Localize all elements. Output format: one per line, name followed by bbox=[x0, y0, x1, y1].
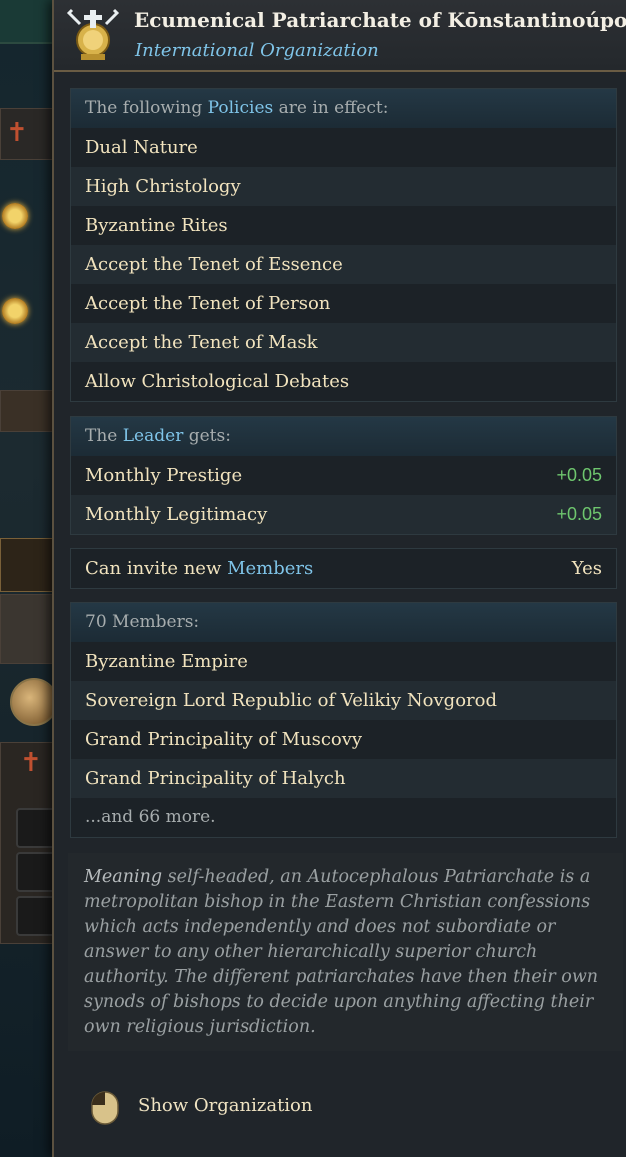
character-portrait[interactable] bbox=[10, 678, 58, 726]
leader-section: The Leader gets: Monthly Prestige +0.05 … bbox=[70, 416, 617, 535]
member-item: Sovereign Lord Republic of Velikiy Novgo… bbox=[71, 681, 616, 720]
policies-header: The following Policies are in effect: bbox=[71, 89, 616, 128]
policy-item: Accept the Tenet of Mask bbox=[71, 323, 616, 362]
invite-value: Yes bbox=[571, 558, 602, 579]
policy-item: Allow Christological Debates bbox=[71, 362, 616, 401]
members-header: 70 Members: bbox=[71, 603, 616, 642]
sun-icon bbox=[2, 203, 28, 229]
orthodox-cross-icon: ✝ bbox=[6, 118, 28, 148]
member-item: Grand Principality of Muscovy bbox=[71, 720, 616, 759]
policies-section: The following Policies are in effect: Du… bbox=[70, 88, 617, 402]
church-icon bbox=[0, 594, 58, 664]
policies-link[interactable]: Policies bbox=[208, 98, 274, 118]
members-section: 70 Members: Byzantine Empire Sovereign L… bbox=[70, 602, 617, 838]
patriarchate-keys-icon bbox=[66, 8, 120, 60]
orthodox-cross-icon: ✝ bbox=[20, 748, 42, 778]
organization-title: Ecumenical Patriarchate of Kōnstantinoúp… bbox=[134, 8, 626, 32]
leader-modifier-row: Monthly Prestige +0.05 bbox=[71, 456, 616, 495]
organization-tooltip: Ecumenical Patriarchate of Kōnstantinoúp… bbox=[52, 0, 626, 1157]
sun-icon bbox=[2, 298, 28, 324]
leader-header: The Leader gets: bbox=[71, 417, 616, 456]
policy-item: Byzantine Rites bbox=[71, 206, 616, 245]
member-item: Grand Principality of Halych bbox=[71, 759, 616, 798]
modifier-value: +0.05 bbox=[556, 465, 602, 485]
leader-link[interactable]: Leader bbox=[123, 426, 184, 446]
tooltip-footer: Show Organization bbox=[54, 1060, 626, 1157]
members-more: ...and 66 more. bbox=[71, 798, 616, 837]
tooltip-header: Ecumenical Patriarchate of Kōnstantinoúp… bbox=[54, 0, 626, 72]
organization-description: Meaning self-headed, an Autocephalous Pa… bbox=[68, 853, 623, 1051]
leader-modifier-row: Monthly Legitimacy +0.05 bbox=[71, 495, 616, 534]
organization-icon-button[interactable] bbox=[0, 538, 58, 592]
policy-item: Dual Nature bbox=[71, 128, 616, 167]
policy-item: High Christology bbox=[71, 167, 616, 206]
policy-item: Accept the Tenet of Person bbox=[71, 284, 616, 323]
members-link[interactable]: Members bbox=[227, 558, 313, 579]
member-item: Byzantine Empire bbox=[71, 642, 616, 681]
policy-item: Accept the Tenet of Essence bbox=[71, 245, 616, 284]
invite-section: Can invite new Members Yes bbox=[70, 548, 617, 589]
mouse-icon bbox=[91, 1091, 119, 1125]
invite-row: Can invite new Members Yes bbox=[71, 549, 616, 588]
building-icon bbox=[0, 390, 58, 432]
modifier-value: +0.05 bbox=[556, 504, 602, 524]
background-game-ui: ✝ ✝ bbox=[0, 0, 60, 1157]
modifier-label: Monthly Legitimacy bbox=[85, 504, 268, 525]
organization-type: International Organization bbox=[135, 40, 379, 61]
background-top-bar bbox=[0, 0, 60, 44]
modifier-label: Monthly Prestige bbox=[85, 465, 243, 486]
show-organization-action[interactable]: Show Organization bbox=[138, 1095, 313, 1116]
